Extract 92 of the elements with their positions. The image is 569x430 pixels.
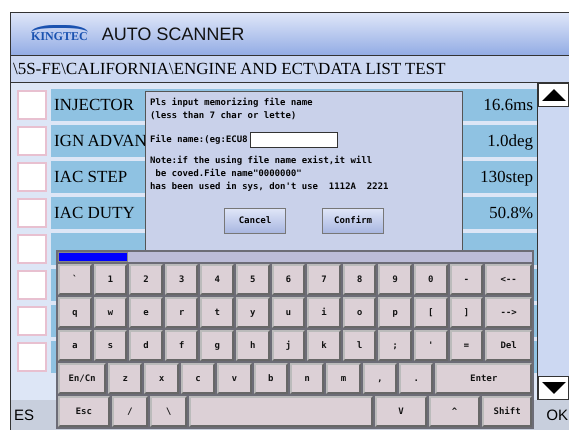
keyboard-key[interactable]: o bbox=[342, 297, 376, 328]
dialog-prompt: (less than 7 char or lette) bbox=[150, 110, 298, 123]
keyboard-key[interactable]: Shift bbox=[482, 396, 532, 427]
checkbox[interactable] bbox=[17, 270, 47, 300]
parameter-value: 50.8% bbox=[489, 203, 533, 223]
dialog-prompt: Pls input memorizing file name bbox=[150, 97, 314, 110]
keyboard-key[interactable]: \ bbox=[150, 396, 187, 427]
parameter-name: IAC DUTY bbox=[54, 203, 135, 223]
keyboard-key[interactable]: <-- bbox=[485, 264, 532, 295]
keyboard-key[interactable]: 8 bbox=[342, 264, 376, 295]
scroll-down-button[interactable] bbox=[538, 376, 569, 400]
keyboard-key[interactable]: --> bbox=[485, 297, 532, 328]
keyboard-key[interactable]: i bbox=[307, 297, 341, 328]
keyboard-key[interactable]: a bbox=[58, 330, 92, 361]
keyboard-key[interactable]: p bbox=[378, 297, 412, 328]
keyboard-key[interactable]: ] bbox=[450, 297, 484, 328]
keyboard-key[interactable]: d bbox=[129, 330, 163, 361]
keyboard-key[interactable]: 5 bbox=[236, 264, 270, 295]
field-label: File name:(eg:ECU8 bbox=[150, 134, 248, 146]
keyboard-key[interactable]: y bbox=[236, 297, 270, 328]
keyboard-key[interactable]: 6 bbox=[272, 264, 306, 295]
dialog-note: be coved.File name"0000000" bbox=[154, 168, 303, 181]
keyboard-key[interactable]: q bbox=[58, 297, 92, 328]
keyboard-key[interactable]: 4 bbox=[200, 264, 234, 295]
esc-label[interactable]: ES bbox=[14, 406, 34, 424]
keyboard-key[interactable]: . bbox=[399, 363, 434, 394]
dialog-note: has been used in sys, don't use 1112A 2221 bbox=[150, 181, 390, 194]
keyboard-key[interactable]: h bbox=[236, 330, 270, 361]
keyboard-key[interactable]: v bbox=[217, 363, 252, 394]
keyboard-key[interactable]: Del bbox=[485, 330, 532, 361]
keyboard-key[interactable]: j bbox=[272, 330, 306, 361]
keyboard-key[interactable]: u bbox=[272, 297, 306, 328]
keyboard-key[interactable]: [ bbox=[414, 297, 448, 328]
keyboard-key[interactable]: r bbox=[164, 297, 198, 328]
parameter-name: INJECTOR bbox=[54, 95, 134, 115]
keyboard-key[interactable]: 1 bbox=[94, 264, 128, 295]
keyboard-key[interactable]: z bbox=[108, 363, 142, 394]
keyboard-key[interactable]: - bbox=[450, 264, 484, 295]
keyboard-key[interactable]: 2 bbox=[129, 264, 163, 295]
parameter-value: 130step bbox=[480, 167, 533, 187]
keyboard-key[interactable]: ' bbox=[414, 330, 448, 361]
keyboard-key[interactable]: f bbox=[164, 330, 198, 361]
keyboard-key[interactable]: Enter bbox=[435, 363, 532, 394]
keyboard-key[interactable]: En/Cn bbox=[58, 363, 106, 394]
keyboard-key[interactable]: m bbox=[326, 363, 361, 394]
keyboard-key[interactable] bbox=[189, 396, 374, 427]
keyboard-key[interactable]: 0 bbox=[414, 264, 448, 295]
ok-label[interactable]: OK bbox=[546, 406, 568, 424]
scroll-up-button[interactable] bbox=[538, 83, 569, 107]
keyboard-key[interactable]: 7 bbox=[307, 264, 341, 295]
keyboard-key[interactable]: e bbox=[129, 297, 163, 328]
dialog-button[interactable]: Cancel bbox=[224, 208, 286, 234]
dialog-note: Note:if the using file name exist,it will bbox=[150, 155, 374, 168]
checkbox[interactable] bbox=[17, 162, 47, 192]
app-title: AUTO SCANNER bbox=[102, 24, 244, 44]
up-arrow-icon bbox=[540, 88, 566, 102]
checkbox[interactable] bbox=[17, 306, 47, 336]
keyboard-key[interactable]: = bbox=[450, 330, 484, 361]
keyboard-key[interactable]: w bbox=[94, 297, 128, 328]
keyboard-key[interactable]: 3 bbox=[164, 264, 198, 295]
breadcrumb-path: \5S-FE\CALIFORNIA\ENGINE AND ECT\DATA LIST TEST bbox=[11, 56, 569, 83]
keyboard-key[interactable]: t bbox=[200, 297, 234, 328]
keyboard-key[interactable]: b bbox=[254, 363, 288, 394]
parameter-name: IAC STEP bbox=[54, 167, 128, 187]
checkbox[interactable] bbox=[17, 234, 47, 264]
keyboard-key[interactable]: 9 bbox=[378, 264, 412, 295]
keyboard-key[interactable]: n bbox=[290, 363, 324, 394]
parameter-value: 16.6ms bbox=[483, 95, 533, 115]
keyboard-key[interactable]: ^ bbox=[428, 396, 480, 427]
keyboard-key[interactable]: x bbox=[144, 363, 179, 394]
keyboard-key[interactable]: l bbox=[342, 330, 376, 361]
checkbox[interactable] bbox=[17, 198, 47, 228]
keyboard-key[interactable]: k bbox=[307, 330, 341, 361]
checkbox[interactable] bbox=[17, 342, 47, 372]
keyboard-key[interactable]: V bbox=[375, 396, 427, 427]
keyboard-key[interactable]: s bbox=[94, 330, 128, 361]
keyboard-key[interactable]: g bbox=[200, 330, 234, 361]
checkbox[interactable] bbox=[17, 126, 47, 156]
keyboard-key[interactable]: , bbox=[362, 363, 398, 394]
keyboard-key[interactable]: Esc bbox=[58, 396, 110, 427]
keyboard-key[interactable]: ` bbox=[58, 264, 92, 295]
dialog-button[interactable]: Confirm bbox=[322, 208, 384, 234]
file-name-field[interactable] bbox=[250, 132, 338, 148]
logo: KINGTEC bbox=[31, 24, 88, 44]
input-highlight bbox=[58, 252, 128, 262]
parameter-name: IGN ADVAN bbox=[54, 131, 147, 151]
keyboard-key[interactable]: / bbox=[112, 396, 148, 427]
keyboard-key[interactable]: c bbox=[180, 363, 216, 394]
keyboard-key[interactable]: ; bbox=[378, 330, 412, 361]
checkbox[interactable] bbox=[17, 90, 47, 120]
parameter-value: 1.0deg bbox=[487, 131, 533, 151]
down-arrow-icon bbox=[540, 381, 566, 395]
